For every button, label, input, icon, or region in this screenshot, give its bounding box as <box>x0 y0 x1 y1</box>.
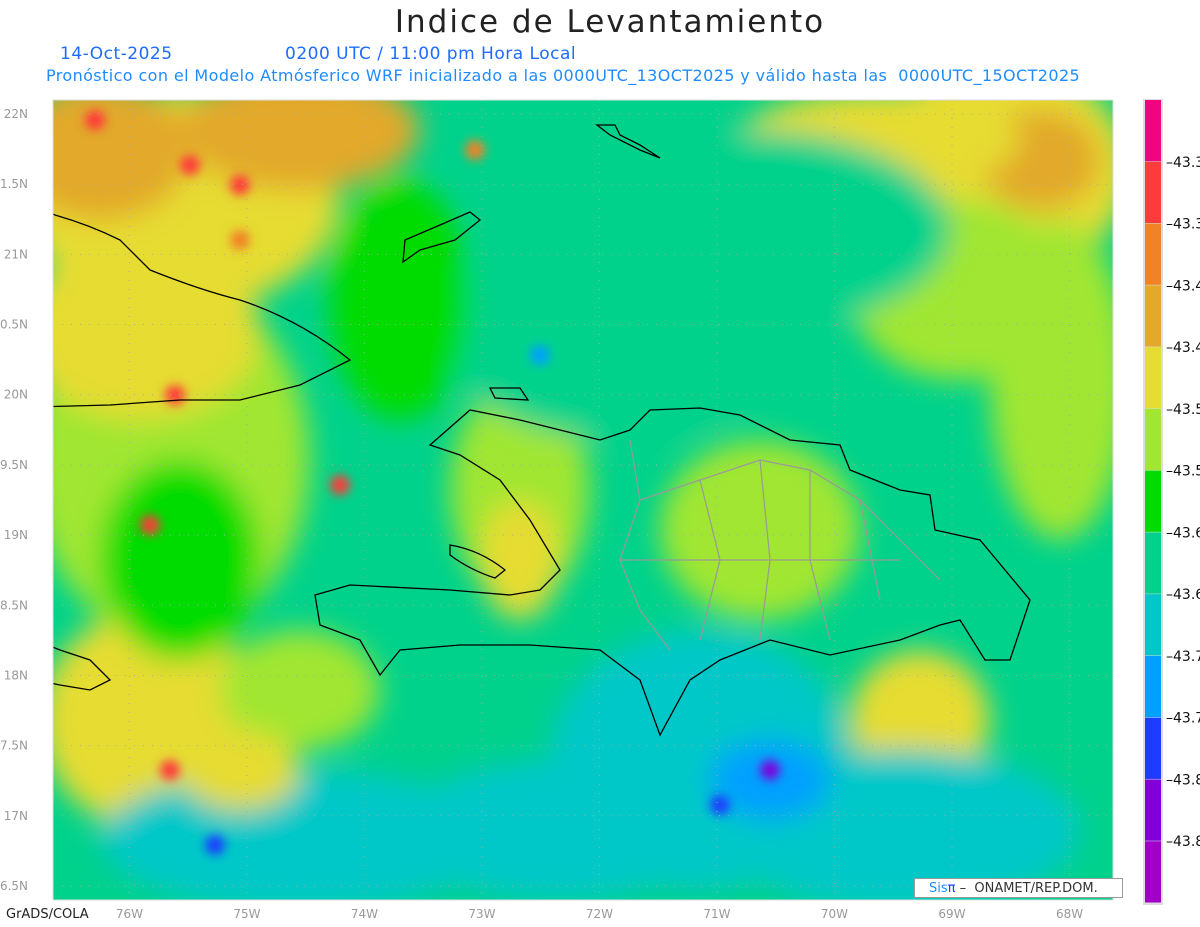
field-region <box>480 500 560 620</box>
credit-text: – ONAMET/REP.DOM. <box>955 881 1098 896</box>
colorbar-label: –43.4 <box>1166 278 1200 294</box>
credit-box: Sisπ – ONAMET/REP.DOM. <box>914 878 1123 898</box>
colorbar-label: –43.5 <box>1166 402 1200 418</box>
x-tick-label: 68W <box>1056 907 1083 921</box>
colorbar-label: –43.8 <box>1166 834 1200 850</box>
colorbar-swatch <box>1145 655 1161 718</box>
field-spot <box>180 155 200 175</box>
y-tick-label: 8.5N <box>0 598 28 612</box>
y-tick-label: 18N <box>4 668 28 682</box>
y-tick-label: 21N <box>4 247 28 261</box>
field-spot <box>760 760 780 780</box>
field-spot <box>140 515 160 535</box>
colorbar-swatch <box>1145 717 1161 779</box>
field-spot <box>205 835 225 855</box>
colorbar-swatch <box>1145 408 1161 471</box>
colorbar-label: –43.4 <box>1166 340 1200 356</box>
y-tick-label: 17N <box>4 809 28 823</box>
colorbar-swatch <box>1145 161 1161 224</box>
field-region <box>990 220 1113 540</box>
colorbar-label: –43.6 <box>1166 587 1200 603</box>
colorbar-swatch <box>1145 470 1161 532</box>
field-region <box>53 240 260 420</box>
x-tick-label: 71W <box>703 907 730 921</box>
y-tick-label: 20N <box>4 388 28 402</box>
field-region <box>53 100 190 220</box>
field-spot <box>330 475 350 495</box>
field-region <box>330 180 470 420</box>
colorbar: –43.3 –43.3 –43.4 –43.4 –43.5 –43.5 –43.6 –43.6… <box>1143 99 1200 905</box>
field-spot <box>85 110 105 130</box>
colorbar-label: –43.7 <box>1166 649 1200 665</box>
colorbar-swatch <box>1145 841 1161 903</box>
field-region <box>100 460 260 660</box>
field-area <box>53 100 1113 900</box>
y-tick-label: 6.5N <box>0 879 28 893</box>
colorbar-label: –43.8 <box>1166 772 1200 788</box>
y-tick-label: 0.5N <box>0 318 28 332</box>
colorbar-swatch <box>1145 100 1161 162</box>
colorbar-swatch <box>1145 285 1161 347</box>
colorbar-swatch <box>1145 594 1161 656</box>
field-spot <box>230 230 250 250</box>
x-tick-label: 75W <box>233 907 260 921</box>
credit-brand: Sis <box>929 881 948 896</box>
field-spot <box>165 385 185 405</box>
field-region <box>400 760 720 900</box>
colorbar-swatch <box>1145 347 1161 409</box>
colorbar-label: –43.3 <box>1166 217 1200 233</box>
colorbar-swatch <box>1145 532 1161 594</box>
colorbar-swatch <box>1145 223 1161 285</box>
field-spot <box>530 345 550 365</box>
colorbar-label: –43.6 <box>1166 525 1200 541</box>
field-spot <box>160 760 180 780</box>
field-region <box>180 730 300 810</box>
colorbar-label: –43.7 <box>1166 711 1200 727</box>
y-tick-label: 9.5N <box>0 458 28 472</box>
y-tick-label: 7.5N <box>0 739 28 753</box>
y-tick-label: 22N <box>4 107 28 121</box>
x-tick-label: 73W <box>468 907 495 921</box>
y-tick-label: 19N <box>4 528 28 542</box>
lifted-index-map: 76W 75W 74W 73W 72W 71W 70W 69W 68W 22N 1.5N 21N 0.5… <box>0 99 1200 921</box>
field-region <box>660 440 860 620</box>
grads-footer: GrADS/COLA <box>6 907 89 922</box>
colorbar-swatch <box>1145 779 1161 841</box>
x-tick-label: 76W <box>116 907 143 921</box>
x-tick-label: 70W <box>821 907 848 921</box>
field-spot <box>710 795 730 815</box>
x-tick-label: 72W <box>586 907 613 921</box>
field-region <box>550 130 950 330</box>
colorbar-label: –43.5 <box>1166 464 1200 480</box>
field-spot <box>230 175 250 195</box>
colorbar-label: –43.3 <box>1166 155 1200 171</box>
field-region <box>180 100 420 190</box>
x-tick-label: 74W <box>351 907 378 921</box>
x-tick-label: 69W <box>938 907 965 921</box>
field-spot <box>465 140 485 160</box>
y-tick-label: 1.5N <box>0 177 28 191</box>
